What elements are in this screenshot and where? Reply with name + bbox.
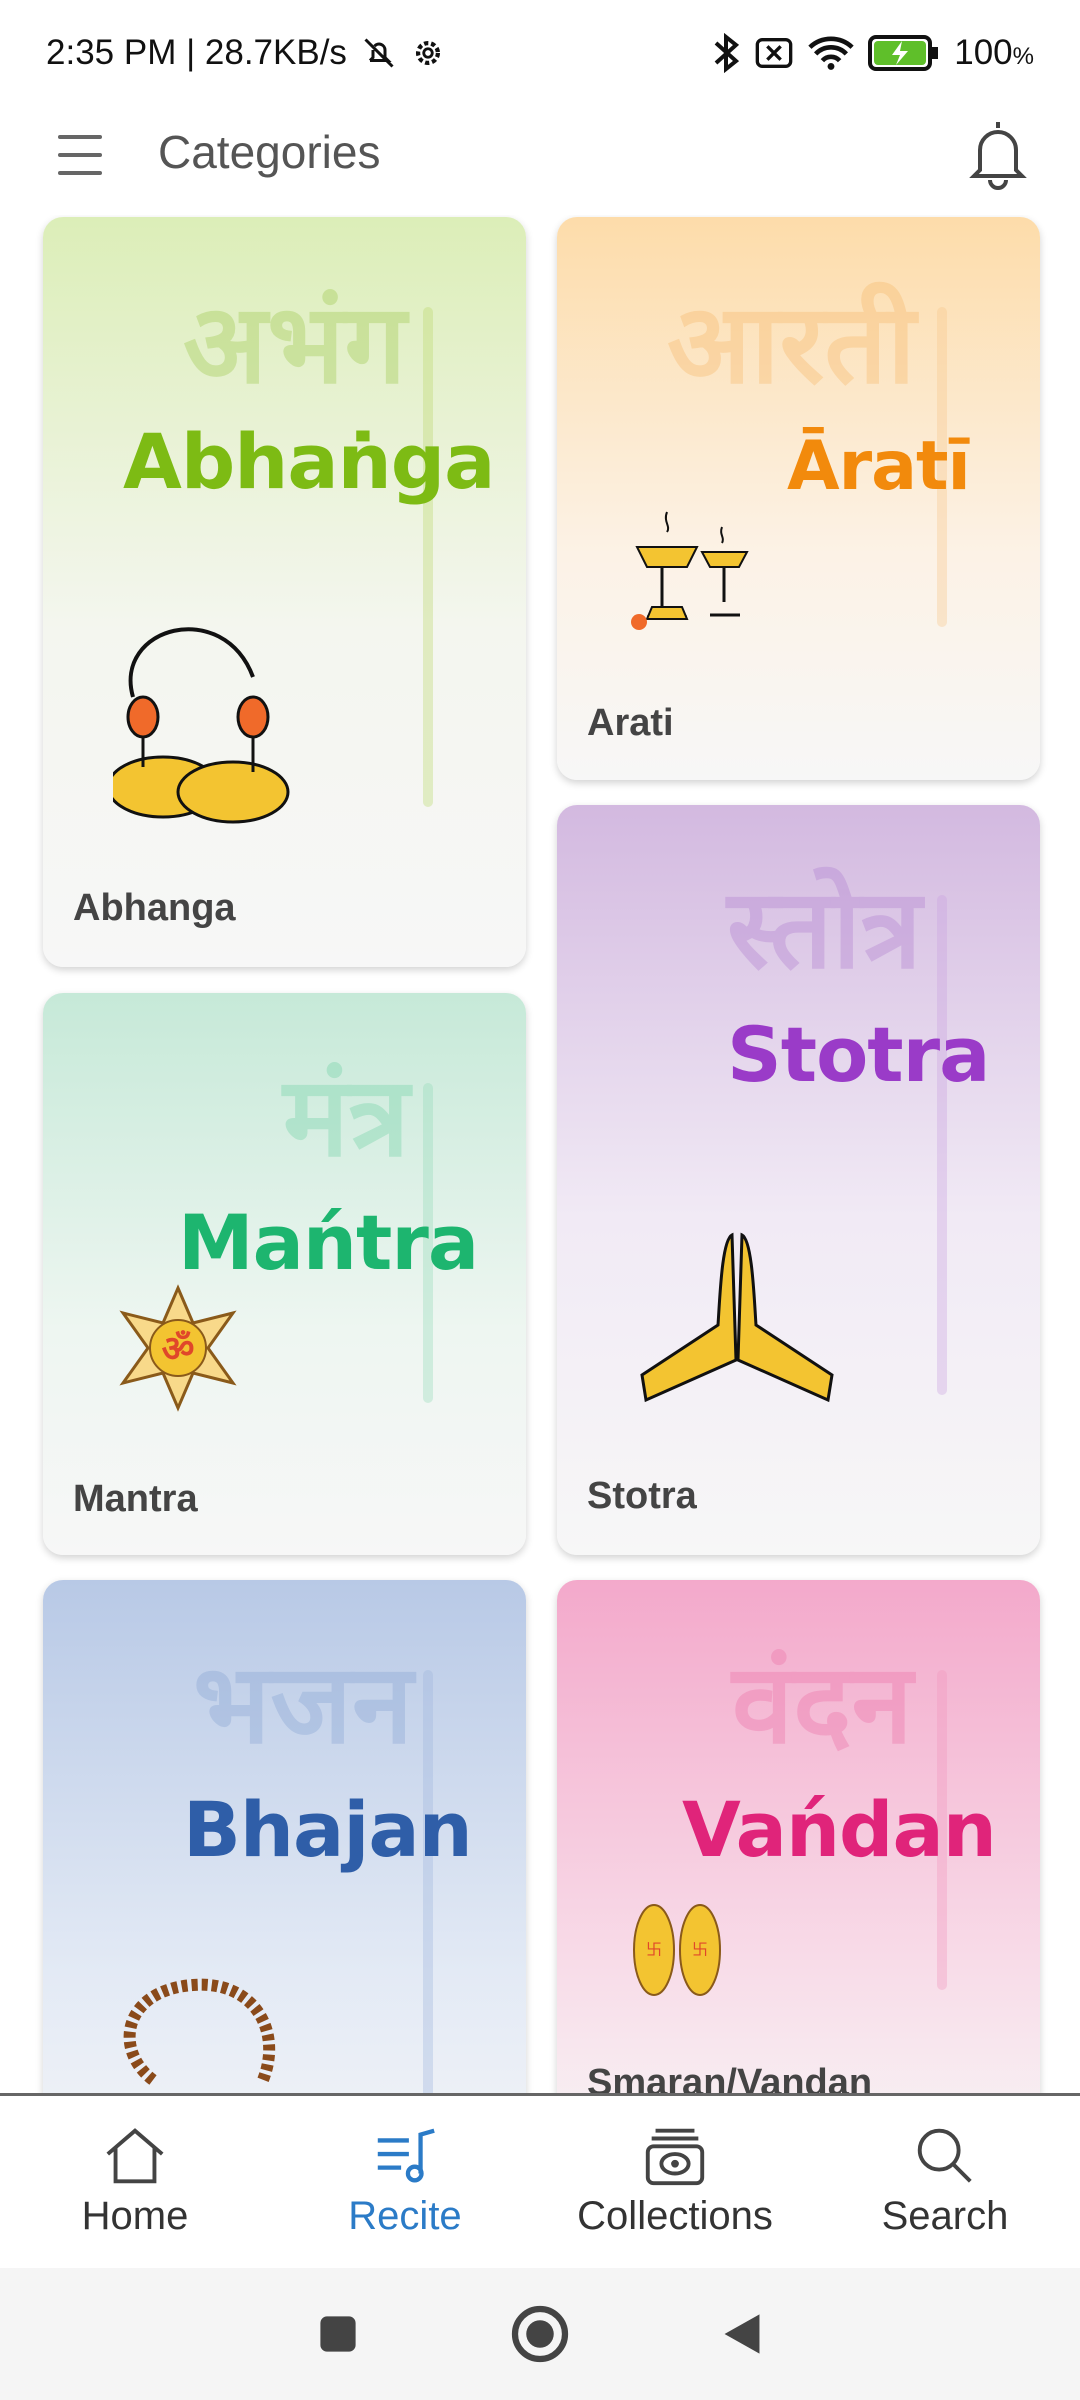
roman-title: Mańtra	[178, 1198, 479, 1287]
lamp-diya-icon	[631, 511, 749, 630]
notifications-bell-icon[interactable]	[968, 117, 1028, 191]
home-icon	[106, 2128, 164, 2184]
decorative-line	[423, 307, 433, 807]
card-label: Abhanga	[73, 887, 236, 929]
devanagari-title: आरती	[667, 279, 916, 408]
cymbals-icon	[113, 627, 290, 824]
search-icon	[917, 2128, 972, 2183]
back-triangle-icon[interactable]	[720, 2310, 764, 2358]
devanagari-title: मंत्र	[283, 1052, 410, 1181]
holy-feet-icon: 卐 卐	[633, 1904, 721, 1996]
menu-icon[interactable]	[58, 135, 102, 175]
category-grid: अभंग Abhaṅga Abhanga आरती Āratī Arati स्…	[0, 215, 1080, 2095]
category-card-smaran-vandan[interactable]: वंदन Vańdan 卐 卐 Smaran/Vandan	[557, 1580, 1040, 2095]
nav-label: Collections	[577, 2194, 773, 2238]
system-nav-bar	[0, 2268, 1080, 2400]
category-card-arati[interactable]: आरती Āratī Arati	[557, 217, 1040, 780]
status-bar: 2:35 PM | 28.7KB/s 100%	[0, 0, 1080, 105]
nav-recite[interactable]: Recite	[270, 2096, 540, 2268]
decorative-line	[937, 895, 947, 1395]
nav-collections[interactable]: Collections	[540, 2096, 810, 2268]
devanagari-title: स्तोत्र	[727, 864, 922, 993]
roman-title: Stotra	[727, 1010, 990, 1099]
praying-hands-icon	[640, 1232, 834, 1403]
category-card-stotra[interactable]: स्तोत्र Stotra Stotra	[557, 805, 1040, 1555]
om-lotus-icon: ॐ	[119, 1284, 237, 1412]
nav-search[interactable]: Search	[810, 2096, 1080, 2268]
battery-charging-icon	[868, 34, 939, 71]
category-card-mantra[interactable]: मंत्र Mańtra ॐ Mantra	[43, 993, 526, 1555]
category-card-bhajan[interactable]: भजन Bhajan	[43, 1580, 526, 2095]
devanagari-title: भजन	[193, 1639, 413, 1768]
bell-off-icon	[364, 37, 394, 68]
nav-label: Search	[881, 2194, 1009, 2238]
home-circle-icon[interactable]	[510, 2304, 570, 2364]
battery-percent: 100%	[954, 32, 1034, 72]
roman-title: Abhaṅga	[123, 417, 495, 506]
category-card-abhanga[interactable]: अभंग Abhaṅga Abhanga	[43, 217, 526, 967]
nav-label: Home	[81, 2194, 189, 2238]
svg-text:卐: 卐	[692, 1940, 708, 1959]
devanagari-title: वंदन	[732, 1639, 913, 1768]
app-bar: Categories	[0, 105, 1080, 205]
page-title: Categories	[158, 126, 381, 178]
collections-icon	[645, 2128, 705, 2186]
bottom-nav: Home Recite Collections Search	[0, 2093, 1080, 2268]
card-label: Smaran/Vandan	[587, 2062, 873, 2095]
nav-home[interactable]: Home	[0, 2096, 270, 2268]
status-time: 2:35 PM | 28.7KB/s	[46, 32, 347, 72]
card-label: Mantra	[73, 1478, 198, 1520]
svg-text:ॐ: ॐ	[162, 1329, 195, 1370]
svg-text:卐: 卐	[646, 1940, 662, 1959]
sim-off-icon	[755, 37, 793, 68]
prayer-beads-icon	[123, 1978, 276, 2085]
card-label: Stotra	[587, 1475, 697, 1517]
roman-title: Vańdan	[682, 1785, 997, 1874]
settings-gear-icon	[415, 40, 440, 65]
card-label: Arati	[587, 702, 674, 744]
roman-title: Āratī	[787, 427, 971, 506]
nav-label: Recite	[348, 2194, 462, 2238]
decorative-line	[423, 1670, 433, 2095]
bluetooth-icon	[714, 32, 740, 73]
recents-square-icon[interactable]	[316, 2312, 360, 2356]
music-list-icon	[377, 2128, 435, 2183]
wifi-icon	[808, 36, 854, 70]
roman-title: Bhajan	[183, 1785, 473, 1874]
devanagari-title: अभंग	[183, 279, 407, 408]
